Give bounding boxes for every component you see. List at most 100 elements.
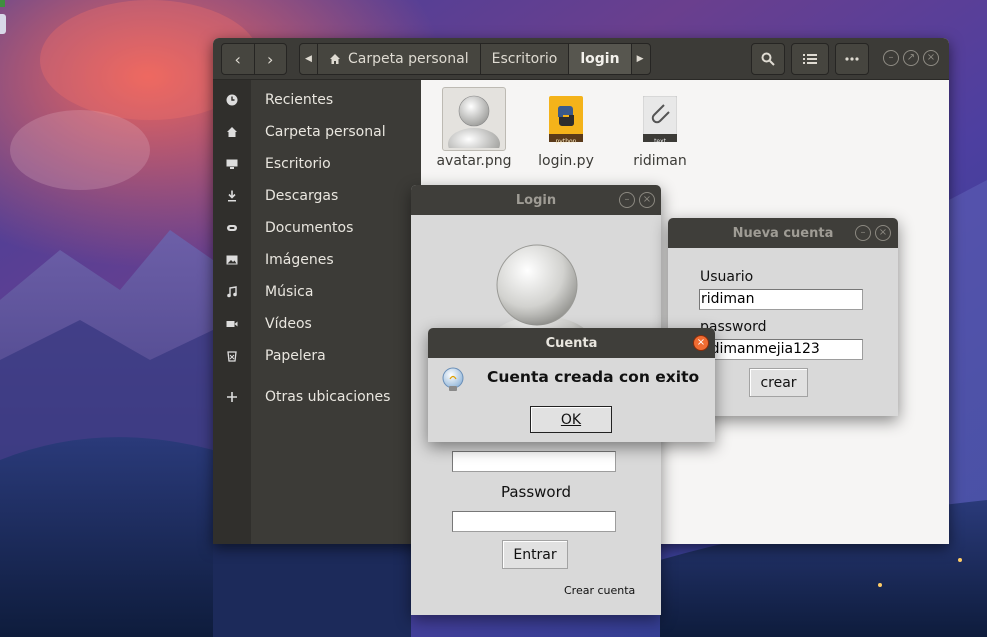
sidebar-item-label: Descargas: [265, 188, 339, 204]
sidebar-item-papelera[interactable]: Papelera: [213, 340, 421, 372]
file-login-py[interactable]: python login.py: [525, 87, 607, 169]
sidebar-item-label: Escritorio: [265, 156, 331, 172]
maximize-button[interactable]: ↗: [903, 50, 919, 66]
minimize-icon: –: [860, 227, 866, 238]
window-title: Login: [515, 192, 557, 208]
file-badge: text: [654, 138, 666, 145]
sidebar-item-otras-ubicaciones[interactable]: Otras ubicaciones: [213, 381, 421, 413]
image-icon: [213, 254, 251, 266]
close-icon: ×: [642, 194, 652, 205]
breadcrumb-escritorio[interactable]: Escritorio: [479, 44, 569, 74]
sidebar-item-label: Documentos: [265, 220, 354, 236]
dock-edge: [0, 0, 6, 36]
sidebar-item-documentos[interactable]: Documentos: [213, 212, 421, 244]
desktop-icon: [213, 158, 251, 170]
dock-item[interactable]: [0, 14, 6, 34]
sidebar-item-label: Papelera: [265, 348, 326, 364]
menu-button[interactable]: [835, 43, 869, 75]
chevron-right-icon: ›: [267, 49, 274, 69]
sidebar-item-label: Carpeta personal: [265, 124, 386, 140]
breadcrumb-home[interactable]: Carpeta personal: [318, 44, 480, 74]
sidebar-item-label: Recientes: [265, 92, 334, 108]
breadcrumb-scroll-left[interactable]: ◀: [300, 44, 318, 74]
minimize-icon: –: [888, 52, 894, 63]
close-icon: ×: [926, 52, 936, 63]
entrar-button[interactable]: Entrar: [502, 540, 568, 569]
avatar-image-icon: [442, 87, 506, 151]
nav-buttons: ‹ ›: [221, 43, 287, 75]
window-title: Cuenta: [545, 335, 598, 351]
breadcrumb-login[interactable]: login: [568, 44, 631, 74]
back-button[interactable]: ‹: [222, 44, 254, 74]
message-dialog: Cuenta × Cuenta creada con exito OK: [428, 328, 715, 442]
sidebar-item-label: Imágenes: [265, 252, 334, 268]
file-avatar-png[interactable]: avatar.png: [433, 87, 515, 169]
minimize-icon: –: [624, 194, 630, 205]
create-account-link[interactable]: Crear cuenta: [564, 584, 635, 597]
minimize-button[interactable]: –: [619, 192, 635, 208]
password-input[interactable]: [452, 511, 616, 532]
list-view-button[interactable]: [791, 43, 829, 75]
sidebar-item-carpeta-personal[interactable]: Carpeta personal: [213, 116, 421, 148]
ok-button[interactable]: OK: [530, 406, 612, 433]
button-label: crear: [760, 374, 797, 391]
file-name: avatar.png: [436, 153, 512, 169]
sidebar-item-videos[interactable]: Vídeos: [213, 308, 421, 340]
minimize-button[interactable]: –: [883, 50, 899, 66]
maximize-icon: ↗: [906, 52, 916, 63]
close-icon: ×: [878, 227, 888, 238]
close-button[interactable]: ×: [875, 225, 891, 241]
search-button[interactable]: [751, 43, 785, 75]
file-name: login.py: [538, 153, 594, 169]
usuario-label: Usuario: [700, 269, 754, 285]
sidebar-item-recientes[interactable]: Recientes: [213, 84, 421, 116]
breadcrumb: ◀ Carpeta personal Escritorio login ▶: [299, 43, 651, 75]
close-button[interactable]: ×: [923, 50, 939, 66]
file-name: ridiman: [633, 153, 687, 169]
close-button[interactable]: ×: [639, 192, 655, 208]
info-lightbulb-icon: [442, 367, 464, 391]
file-badge: python: [555, 138, 577, 145]
list-view-icon: [803, 54, 817, 64]
usuario-input[interactable]: ridiman: [699, 289, 863, 310]
plus-icon: [213, 391, 251, 403]
dialog-titlebar: Cuenta: [428, 328, 715, 358]
close-icon: ×: [696, 337, 706, 348]
password-label: Password: [500, 483, 572, 501]
trash-icon: [213, 350, 251, 362]
download-icon: [213, 190, 251, 202]
home-icon: [330, 54, 340, 64]
video-icon: [213, 318, 251, 330]
sidebar-item-escritorio[interactable]: Escritorio: [213, 148, 421, 180]
search-icon: [761, 52, 775, 66]
music-icon: [213, 286, 251, 298]
window-title: Nueva cuenta: [732, 225, 834, 241]
breadcrumb-label: Escritorio: [491, 51, 558, 67]
files-headerbar: ‹ › ◀ Carpeta personal Escritorio login …: [213, 38, 949, 80]
home-icon: [213, 126, 251, 138]
chevron-left-icon: ‹: [234, 49, 241, 69]
dock-indicator: [0, 0, 5, 7]
sidebar-item-label: Música: [265, 284, 314, 300]
forward-button[interactable]: ›: [253, 44, 287, 74]
document-icon: [213, 222, 251, 234]
sidebar-item-musica[interactable]: Música: [213, 276, 421, 308]
breadcrumb-scroll-right[interactable]: ▶: [630, 44, 649, 74]
files-sidebar: Recientes Carpeta personal Escritorio De…: [213, 80, 421, 544]
breadcrumb-label: login: [580, 51, 620, 67]
minimize-button[interactable]: –: [855, 225, 871, 241]
dialog-message: Cuenta creada con exito: [487, 368, 700, 386]
username-input[interactable]: [452, 451, 616, 472]
crear-button[interactable]: crear: [749, 368, 808, 397]
sidebar-item-descargas[interactable]: Descargas: [213, 180, 421, 212]
clock-icon: [213, 94, 251, 106]
button-label: Entrar: [513, 546, 557, 563]
menu-icon: [845, 57, 859, 61]
file-ridiman[interactable]: text ridiman: [619, 87, 701, 169]
sidebar-item-label: Otras ubicaciones: [265, 389, 391, 405]
sidebar-item-imagenes[interactable]: Imágenes: [213, 244, 421, 276]
close-button[interactable]: ×: [693, 335, 709, 351]
sidebar-item-label: Vídeos: [265, 316, 312, 332]
password-input[interactable]: ridimanmejia123: [699, 339, 863, 360]
button-label: OK: [560, 411, 582, 428]
